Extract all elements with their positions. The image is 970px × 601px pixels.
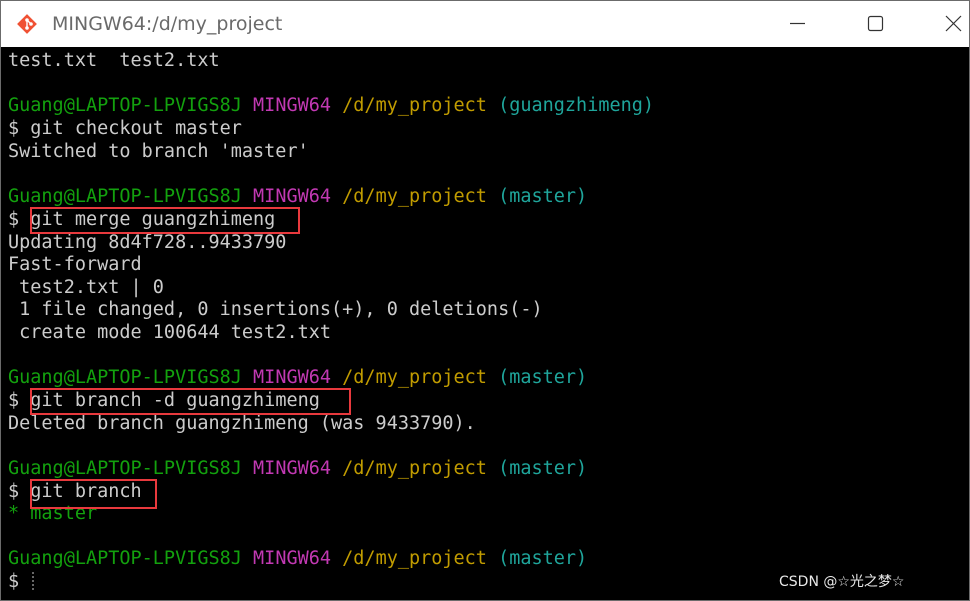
output-line-deleted: Deleted branch guangzhimeng (was 9433790… xyxy=(8,413,476,434)
output-line-updating: Updating 8d4f728..9433790 xyxy=(8,232,287,253)
prompt-line: Guang@LAPTOP-LPVIGS8J MINGW64 /d/my_proj… xyxy=(8,95,655,116)
highlight-box-merge xyxy=(30,207,300,234)
output-line-fastforward: Fast-forward xyxy=(8,254,142,275)
git-diamond-icon xyxy=(16,13,38,35)
output-line-switched: Switched to branch 'master' xyxy=(8,141,309,162)
highlight-box-branch xyxy=(30,479,157,509)
maximize-icon xyxy=(867,15,884,32)
prompt-line: Guang@LAPTOP-LPVIGS8J MINGW64 /d/my_proj… xyxy=(8,548,588,569)
output-line-stat: test2.txt | 0 xyxy=(8,277,164,298)
output-line-changed: 1 file changed, 0 insertions(+), 0 delet… xyxy=(8,299,543,320)
minimize-button[interactable] xyxy=(771,1,827,47)
prompt-line: Guang@LAPTOP-LPVIGS8J MINGW64 /d/my_proj… xyxy=(8,186,588,207)
maximize-button[interactable] xyxy=(849,1,905,47)
watermark-text: CSDN @☆光之梦☆ xyxy=(779,574,905,590)
output-line-ls: test.txt test2.txt xyxy=(8,50,220,71)
command-line-checkout: $ git checkout master xyxy=(8,118,242,139)
prompt-line: Guang@LAPTOP-LPVIGS8J MINGW64 /d/my_proj… xyxy=(8,367,588,388)
output-line-create: create mode 100644 test2.txt xyxy=(8,322,332,343)
command-line-current[interactable]: $ xyxy=(8,570,19,593)
terminal-window: MINGW64:/d/my_project test.txt test2.txt… xyxy=(0,0,970,601)
highlight-box-branch-delete xyxy=(30,388,351,415)
prompt-line: Guang@LAPTOP-LPVIGS8J MINGW64 /d/my_proj… xyxy=(8,458,588,479)
title-bar[interactable]: MINGW64:/d/my_project xyxy=(1,1,969,47)
window-title: MINGW64:/d/my_project xyxy=(52,13,283,35)
close-icon xyxy=(945,15,962,32)
text-cursor xyxy=(32,572,34,592)
minimize-icon xyxy=(790,22,805,25)
close-button[interactable] xyxy=(913,1,969,47)
